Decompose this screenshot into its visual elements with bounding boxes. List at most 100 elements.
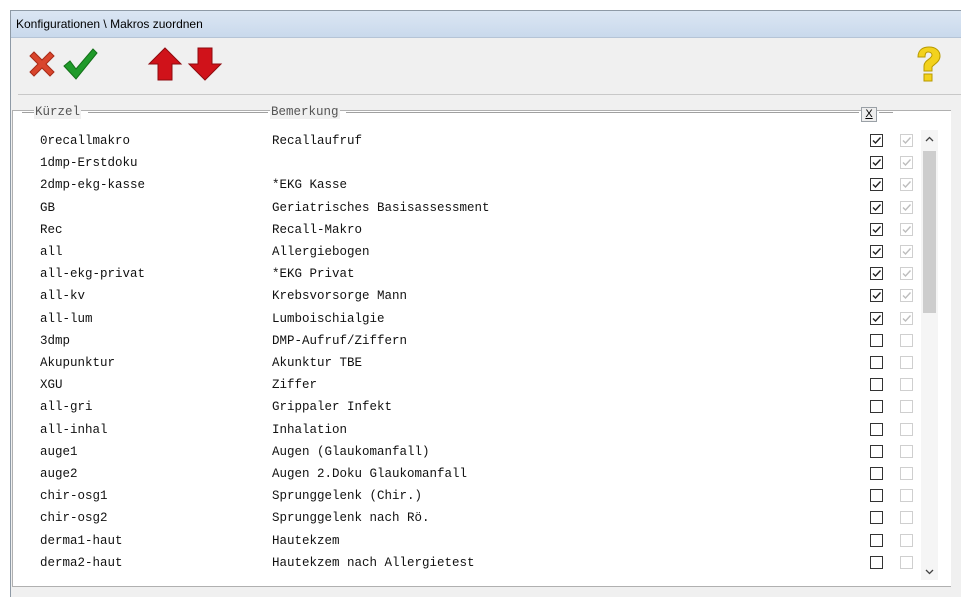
- macro-note: Hautekzem: [272, 534, 340, 548]
- assign-checkbox[interactable]: [870, 289, 883, 302]
- macro-code: all-kv: [40, 289, 86, 303]
- title-bar: Konfigurationen \ Makros zuordnen: [11, 11, 961, 38]
- disabled-checkbox: [900, 356, 913, 369]
- disabled-checkbox: [900, 134, 913, 147]
- macro-code: all-lum: [40, 312, 93, 326]
- assign-checkbox[interactable]: [870, 400, 883, 413]
- macro-note: Augen (Glaukomanfall): [272, 445, 430, 459]
- list-item[interactable]: auge1 Augen (Glaukomanfall): [33, 442, 861, 461]
- assign-checkbox[interactable]: [870, 267, 883, 280]
- list-item[interactable]: chir-osg1 Sprunggelenk (Chir.): [33, 486, 861, 505]
- list-item[interactable]: all-gri Grippaler Infekt: [33, 397, 861, 416]
- list-item[interactable]: 2dmp-ekg-kasse *EKG Kasse: [33, 175, 861, 194]
- assign-checkbox[interactable]: [870, 178, 883, 191]
- assign-checkbox[interactable]: [870, 423, 883, 436]
- disabled-checkbox: [900, 178, 913, 191]
- window-title: Konfigurationen \ Makros zuordnen: [16, 17, 203, 31]
- checkmark-icon: [902, 181, 912, 189]
- confirm-button[interactable]: [61, 44, 99, 84]
- macro-note: Recallaufruf: [272, 134, 363, 148]
- assign-checkbox[interactable]: [870, 556, 883, 569]
- list-item[interactable]: 3dmp DMP-Aufruf/Ziffern: [33, 331, 861, 350]
- list-item[interactable]: 1dmp-Erstdoku: [33, 153, 861, 172]
- macro-note: Allergiebogen: [272, 245, 370, 259]
- header-line: [22, 112, 34, 113]
- disabled-checkbox: [900, 534, 913, 547]
- help-button[interactable]: [909, 44, 947, 84]
- macro-note: Recall-Makro: [272, 223, 363, 237]
- list-item[interactable]: all-ekg-privat *EKG Privat: [33, 264, 861, 283]
- disabled-checkbox: [900, 267, 913, 280]
- macro-note: Sprunggelenk nach Rö.: [272, 511, 430, 525]
- checkmark-icon: [902, 137, 912, 145]
- assign-checkbox[interactable]: [870, 312, 883, 325]
- list-item[interactable]: 0recallmakro Recallaufruf: [33, 131, 861, 150]
- checkmark-icon: [872, 315, 882, 323]
- scroll-down-button[interactable]: [921, 563, 938, 580]
- assign-checkbox[interactable]: [870, 489, 883, 502]
- assign-checkbox[interactable]: [870, 445, 883, 458]
- list-item[interactable]: derma1-haut Hautekzem: [33, 531, 861, 550]
- disabled-checkbox: [900, 312, 913, 325]
- disabled-checkbox: [900, 511, 913, 524]
- vertical-scrollbar[interactable]: [921, 130, 938, 580]
- move-down-button[interactable]: [186, 44, 224, 84]
- list-item[interactable]: GB Geriatrisches Basisassessment: [33, 198, 861, 217]
- disabled-checkbox: [900, 289, 913, 302]
- macro-code: all-gri: [40, 400, 93, 414]
- toolbar: [11, 39, 961, 89]
- assign-checkbox[interactable]: [870, 201, 883, 214]
- scroll-up-button[interactable]: [921, 130, 938, 147]
- assign-checkbox[interactable]: [870, 534, 883, 547]
- disabled-checkbox: [900, 556, 913, 569]
- checkmark-icon: [902, 270, 912, 278]
- chevron-up-icon: [925, 136, 934, 141]
- list-item[interactable]: all-lum Lumboischialgie: [33, 309, 861, 328]
- disabled-checkbox: [900, 334, 913, 347]
- assign-checkbox[interactable]: [870, 467, 883, 480]
- assign-checkbox[interactable]: [870, 356, 883, 369]
- assign-checkbox[interactable]: [870, 334, 883, 347]
- column-header-x[interactable]: X: [861, 107, 877, 122]
- toolbar-separator: [18, 94, 961, 95]
- move-up-button[interactable]: [146, 44, 184, 84]
- list-item[interactable]: derma2-haut Hautekzem nach Allergietest: [33, 553, 861, 572]
- disabled-checkbox: [900, 445, 913, 458]
- assign-checkbox[interactable]: [870, 156, 883, 169]
- disabled-checkbox: [900, 423, 913, 436]
- list-item[interactable]: all-inhal Inhalation: [33, 420, 861, 439]
- list-item[interactable]: all Allergiebogen: [33, 242, 861, 261]
- macro-code: derma2-haut: [40, 556, 123, 570]
- macro-note: *EKG Privat: [272, 267, 355, 281]
- list-item[interactable]: Rec Recall-Makro: [33, 220, 861, 239]
- list-item[interactable]: chir-osg2 Sprunggelenk nach Rö.: [33, 508, 861, 527]
- disabled-checkbox: [900, 201, 913, 214]
- macro-code: auge2: [40, 467, 78, 481]
- macro-note: Sprunggelenk (Chir.): [272, 489, 423, 503]
- checkmark-icon: [872, 137, 882, 145]
- macro-note: Hautekzem nach Allergietest: [272, 556, 475, 570]
- cancel-button[interactable]: [23, 44, 61, 84]
- macro-code: Rec: [40, 223, 63, 237]
- assign-checkbox[interactable]: [870, 223, 883, 236]
- column-header-note: Bemerkung: [270, 105, 340, 119]
- disabled-checkbox: [900, 489, 913, 502]
- assign-checkbox[interactable]: [870, 134, 883, 147]
- list-item[interactable]: XGU Ziffer: [33, 375, 861, 394]
- macro-note: Grippaler Infekt: [272, 400, 393, 414]
- scroll-thumb[interactable]: [923, 151, 936, 313]
- checkmark-icon: [872, 270, 882, 278]
- checkmark-icon: [872, 226, 882, 234]
- list-item[interactable]: all-kv Krebsvorsorge Mann: [33, 286, 861, 305]
- assign-checkbox[interactable]: [870, 378, 883, 391]
- checkmark-icon: [872, 181, 882, 189]
- assign-checkbox[interactable]: [870, 511, 883, 524]
- header-line: [346, 112, 859, 113]
- macro-note: Geriatrisches Basisassessment: [272, 201, 490, 215]
- list-item[interactable]: auge2 Augen 2.Doku Glaukomanfall: [33, 464, 861, 483]
- checkmark-icon: [872, 159, 882, 167]
- assign-checkbox[interactable]: [870, 245, 883, 258]
- list-item[interactable]: Akupunktur Akunktur TBE: [33, 353, 861, 372]
- disabled-checkbox: [900, 156, 913, 169]
- disabled-checkbox: [900, 378, 913, 391]
